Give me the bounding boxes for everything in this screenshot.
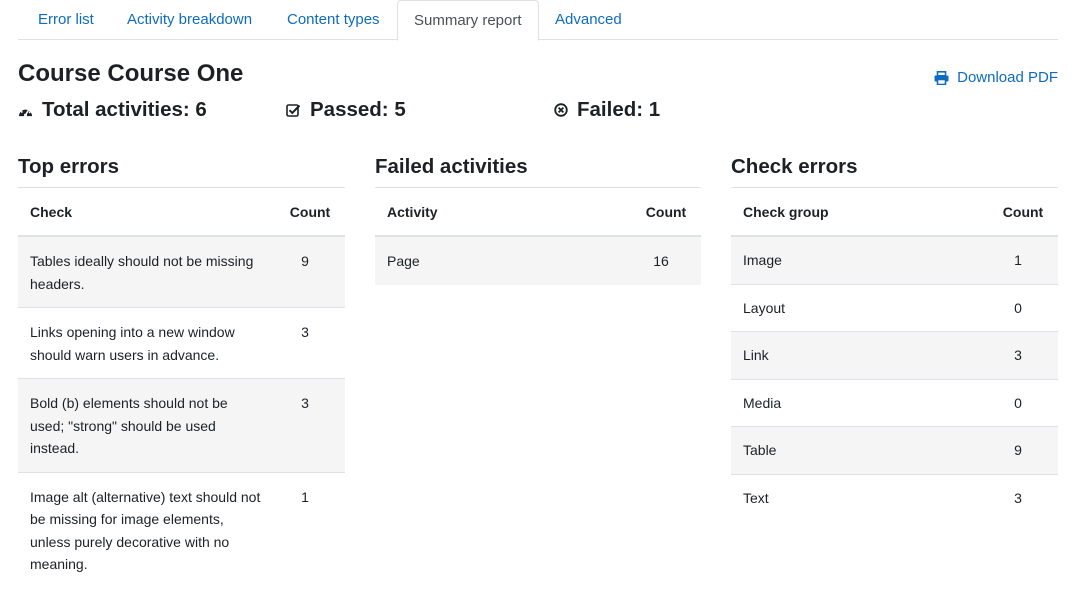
- top-errors-title: Top errors: [18, 152, 345, 188]
- stat-passed: Passed: 5: [286, 96, 406, 124]
- check-errors-title: Check errors: [731, 152, 1058, 188]
- passed-text: Passed: 5: [310, 98, 406, 121]
- count-cell: 9: [275, 236, 345, 308]
- count-cell: 3: [988, 331, 1058, 379]
- stat-failed: Failed: 1: [554, 96, 660, 124]
- count-cell: 3: [275, 307, 345, 379]
- tab-advanced[interactable]: Advanced: [539, 0, 638, 40]
- count-cell: 1: [275, 471, 345, 588]
- column-header-activity: Activity: [375, 188, 631, 237]
- check-group-cell: Text: [731, 473, 988, 521]
- check-cell: Bold (b) elements should not be used; "s…: [18, 378, 275, 472]
- failed-activities-card: Failed activities Activity Count Page 16: [375, 152, 701, 285]
- count-cell: 3: [988, 473, 1058, 521]
- failed-activities-table: Activity Count Page 16: [375, 188, 701, 285]
- check-group-cell: Media: [731, 378, 988, 427]
- count-cell: 1: [988, 236, 1058, 284]
- table-row: Image 1: [731, 236, 1058, 284]
- table-row: Page 16: [375, 236, 701, 285]
- tab-activity-breakdown[interactable]: Activity breakdown: [111, 0, 268, 40]
- check-cell: Image alt (alternative) text should not …: [18, 471, 275, 588]
- table-row: Text 3: [731, 473, 1058, 521]
- failed-text: Failed: 1: [577, 98, 661, 121]
- total-activities-text: Total activities: 6: [42, 98, 207, 121]
- tab-summary-report[interactable]: Summary report: [397, 0, 539, 41]
- table-row: Layout 0: [731, 283, 1058, 332]
- check-group-cell: Link: [731, 331, 988, 379]
- table-header-row: Check Count: [18, 188, 345, 237]
- table-row: Table 9: [731, 426, 1058, 474]
- tab-error-list[interactable]: Error list: [22, 0, 110, 40]
- tab-content-types[interactable]: Content types: [271, 0, 396, 40]
- table-row: Links opening into a new window should w…: [18, 307, 345, 379]
- table-header-row: Check group Count: [731, 188, 1058, 237]
- top-errors-card: Top errors Check Count Tables ideally sh…: [18, 152, 345, 588]
- tab-bar: Error list Activity breakdown Content ty…: [18, 0, 1058, 41]
- check-group-cell: Layout: [731, 283, 988, 332]
- check-group-cell: Image: [731, 236, 988, 284]
- check-cell: Tables ideally should not be missing hea…: [18, 236, 275, 308]
- top-errors-table: Check Count Tables ideally should not be…: [18, 188, 345, 588]
- table-row: Bold (b) elements should not be used; "s…: [18, 378, 345, 472]
- column-header-count: Count: [275, 188, 345, 237]
- check-cell: Links opening into a new window should w…: [18, 307, 275, 379]
- column-header-count: Count: [631, 188, 701, 237]
- table-row: Media 0: [731, 378, 1058, 427]
- column-header-count: Count: [988, 188, 1058, 237]
- stat-total-activities: Total activities: 6: [18, 96, 207, 124]
- times-circle-icon: [554, 103, 568, 117]
- table-row: Tables ideally should not be missing hea…: [18, 236, 345, 308]
- count-cell: 9: [988, 426, 1058, 474]
- column-header-check-group: Check group: [731, 188, 988, 237]
- check-errors-table: Check group Count Image 1 Layout 0 Link …: [731, 188, 1058, 521]
- count-cell: 0: [988, 378, 1058, 427]
- activity-cell: Page: [375, 236, 631, 285]
- table-row: Image alt (alternative) text should not …: [18, 471, 345, 588]
- table-header-row: Activity Count: [375, 188, 701, 237]
- download-pdf-label: Download PDF: [957, 69, 1058, 86]
- column-header-check: Check: [18, 188, 275, 237]
- check-group-cell: Table: [731, 426, 988, 474]
- download-pdf-button[interactable]: Download PDF: [934, 68, 1058, 88]
- failed-activities-title: Failed activities: [375, 152, 701, 188]
- check-square-icon: [286, 104, 301, 117]
- page-title: Course Course One: [18, 60, 244, 87]
- count-cell: 0: [988, 283, 1058, 332]
- table-row: Link 3: [731, 331, 1058, 379]
- check-errors-card: Check errors Check group Count Image 1 L…: [731, 152, 1058, 521]
- count-cell: 3: [275, 378, 345, 472]
- count-cell: 16: [631, 236, 701, 285]
- dashboard-gauge-icon: [19, 106, 32, 117]
- printer-icon: [934, 71, 949, 85]
